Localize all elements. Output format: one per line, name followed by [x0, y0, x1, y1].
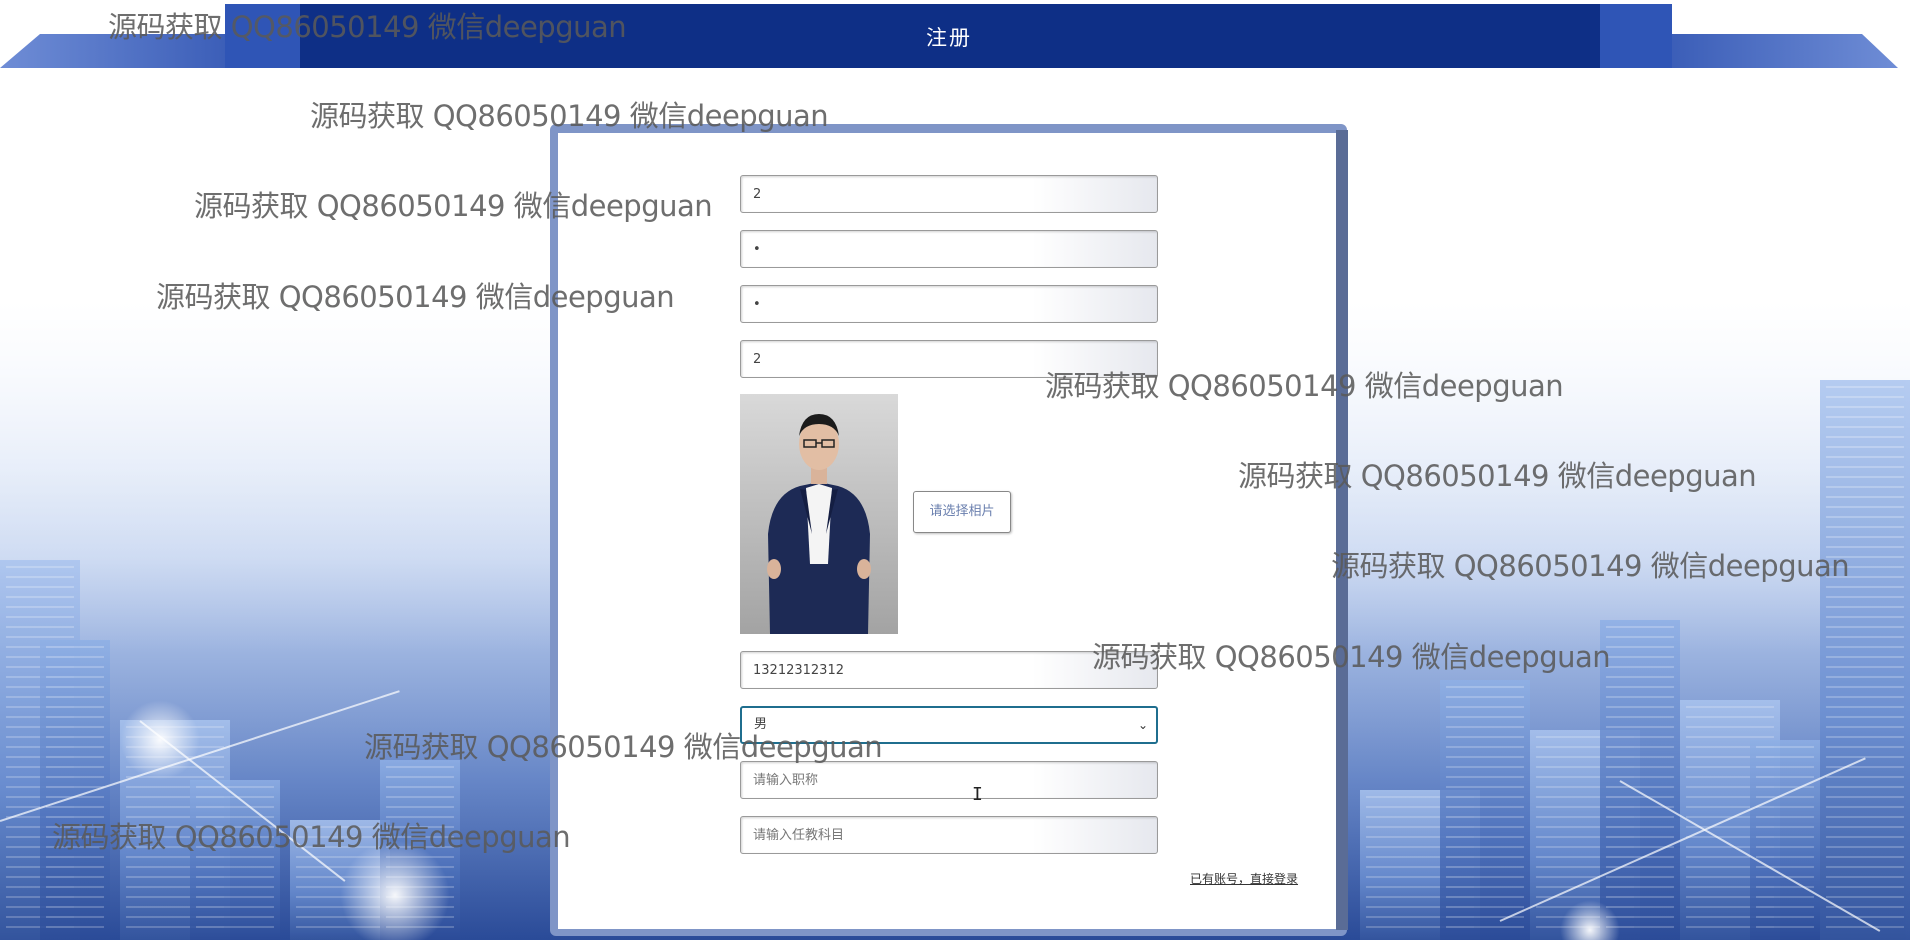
name-input-box[interactable]: [753, 341, 1145, 377]
text-cursor-icon: I: [972, 784, 983, 805]
avatar-photo: [740, 394, 898, 634]
subject-input[interactable]: [740, 816, 1158, 854]
person-photo-image: [740, 394, 898, 634]
choose-photo-button[interactable]: 请选择相片: [913, 491, 1011, 533]
subject-input-box[interactable]: [753, 817, 1145, 853]
title-input-box[interactable]: [753, 762, 1145, 798]
account-input[interactable]: [740, 175, 1158, 213]
account-input-box[interactable]: [753, 176, 1145, 212]
name-input[interactable]: [740, 340, 1158, 378]
confirm-password-input[interactable]: [740, 285, 1158, 323]
gender-select-value: 男: [754, 717, 768, 732]
card-edge: [1336, 130, 1348, 930]
password-input-box[interactable]: [753, 231, 1145, 267]
chevron-down-icon: ⌄: [1137, 718, 1148, 732]
confirm-password-input-box[interactable]: [753, 286, 1145, 322]
page-header: 注册: [0, 4, 1910, 68]
login-link[interactable]: 已有账号，直接登录: [1190, 870, 1298, 887]
title-input[interactable]: [740, 761, 1158, 799]
password-input[interactable]: [740, 230, 1158, 268]
phone-input[interactable]: [740, 651, 1158, 689]
page-title: 注册: [926, 26, 972, 50]
gender-select[interactable]: 男 ⌄: [740, 706, 1158, 744]
phone-input-box[interactable]: [753, 652, 1145, 688]
